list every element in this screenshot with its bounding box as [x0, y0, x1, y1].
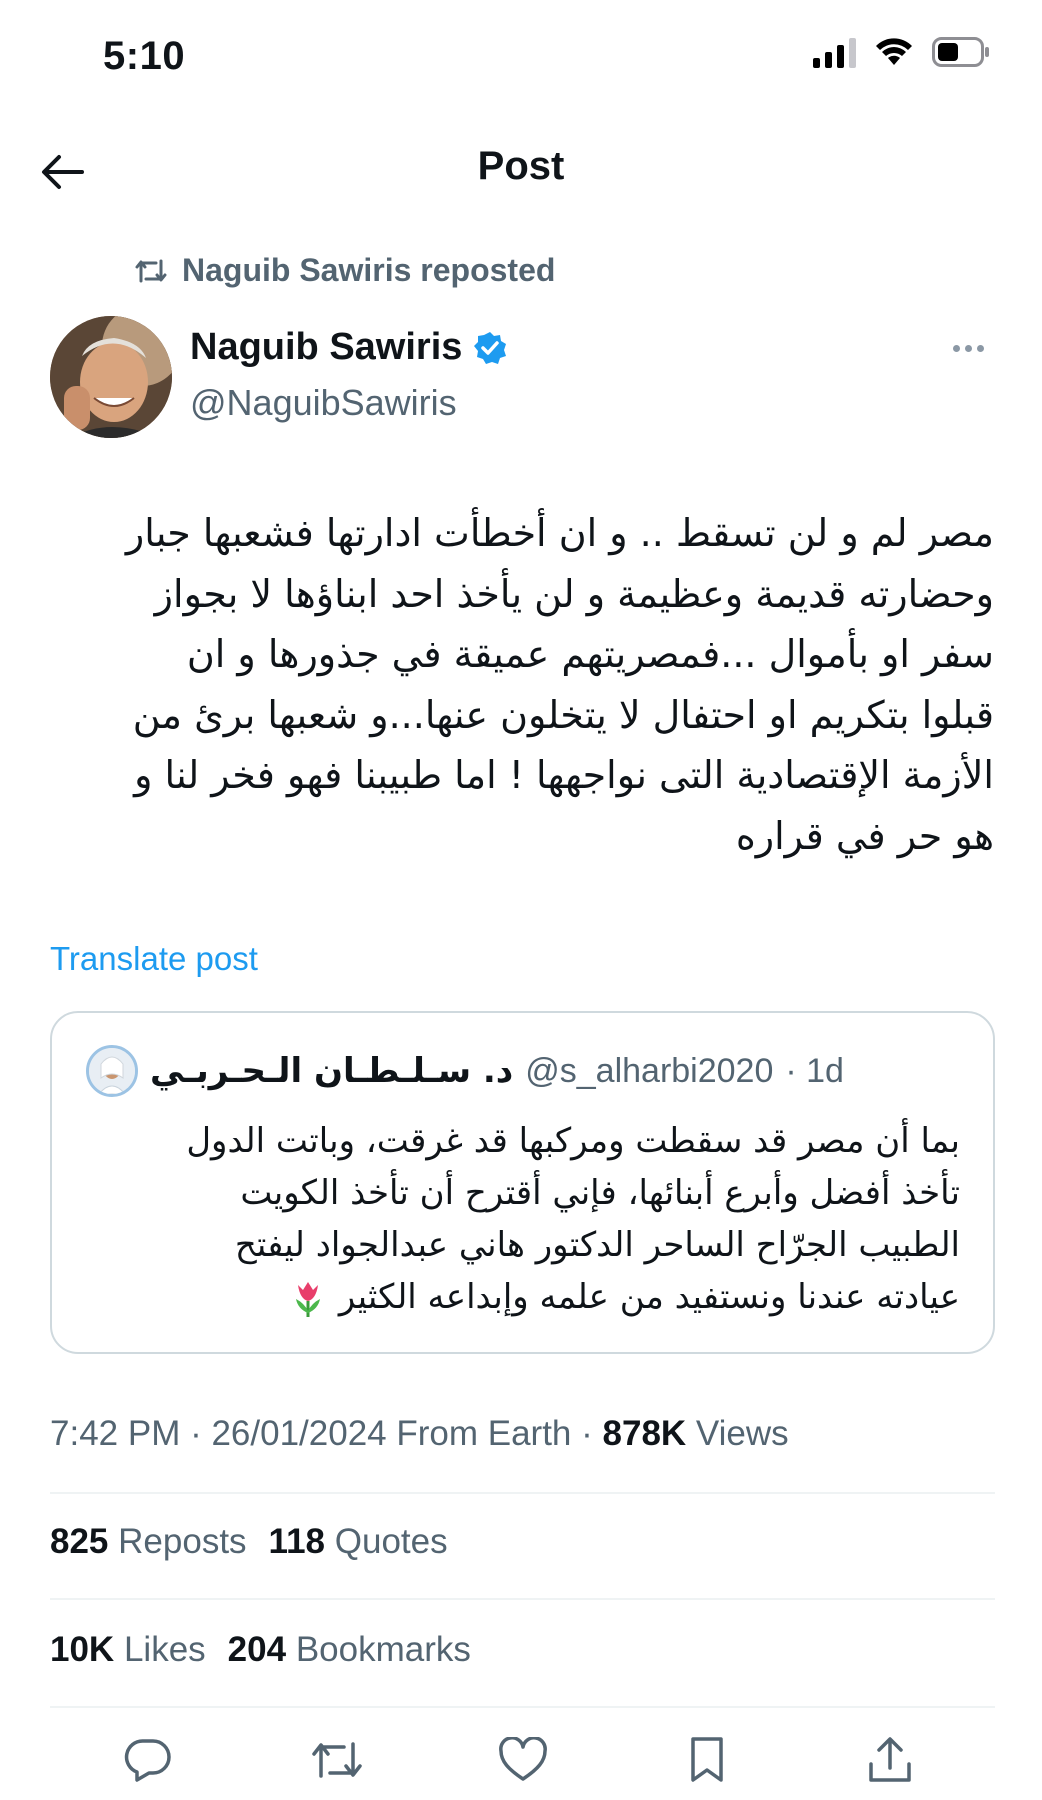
- post-time: 7:42 PM: [50, 1414, 181, 1453]
- action-bar: [0, 1730, 1042, 1800]
- status-icons: [813, 36, 990, 68]
- wifi-icon: [874, 37, 914, 67]
- quote-header: د. سـلـطـان الـحـربـي @s_alharbi2020 · 1…: [86, 1045, 844, 1097]
- translate-post-link[interactable]: Translate post: [50, 940, 258, 978]
- quoted-post-card[interactable]: د. سـلـطـان الـحـربـي @s_alharbi2020 · 1…: [50, 1011, 995, 1354]
- meta-separator: ·: [180, 1414, 212, 1453]
- author-avatar[interactable]: [50, 316, 172, 438]
- quote-line: الطبيب الجرّاح الساحر الدكتور هاني عبدال…: [234, 1225, 960, 1265]
- bookmarks-count: 204: [227, 1630, 287, 1669]
- status-time: 5:10: [103, 34, 186, 78]
- tweet-text: مصر لم و لن تسقط .. و ان أخطأت ادارتها ف…: [50, 503, 994, 866]
- page-title: Post: [477, 144, 565, 188]
- post-date: 26/01/2024: [211, 1414, 387, 1453]
- quote-author-avatar: [86, 1045, 138, 1097]
- meta-separator: ·: [571, 1414, 603, 1453]
- quote-line: بما أن مصر قد سقطت ومركبها قد غرقت، وبات…: [186, 1121, 960, 1161]
- likes-stat[interactable]: 10K Likes: [50, 1630, 206, 1670]
- likes-label: Likes: [123, 1630, 206, 1669]
- quote-author-name: د. سـلـطـان الـحـربـي: [150, 1051, 514, 1091]
- views-label: Views: [686, 1414, 789, 1453]
- status-bar: 5:10: [0, 0, 1042, 110]
- quote-author-handle: @s_alharbi2020: [525, 1051, 774, 1090]
- more-icon: [952, 344, 960, 352]
- verified-badge-icon: [474, 331, 507, 364]
- quote-text: بما أن مصر قد سقطت ومركبها قد غرقت، وبات…: [86, 1115, 960, 1323]
- quotes-stat[interactable]: 118 Quotes: [269, 1522, 448, 1562]
- more-icon-dot: [964, 344, 972, 352]
- reposts-count: 825: [50, 1522, 109, 1561]
- reply-icon: [124, 1739, 171, 1782]
- tweet-line: قبلوا بتكريم او احتفال لا يتخلون عنها...…: [132, 692, 994, 737]
- quote-line-text: عيادته عندنا ونستفيد من علمه وإبداعه الك…: [338, 1277, 960, 1317]
- tweet-line: سفر او بأموال ...فمصريتهم عميقة في جذوره…: [186, 632, 994, 676]
- reply-button[interactable]: [118, 1730, 178, 1790]
- tweet-line: مصر لم و لن تسقط .. و ان أخطأت ادارتها ف…: [125, 511, 994, 555]
- post-location: From Earth: [386, 1414, 572, 1453]
- quote-line: عيادته عندنا ونستفيد من علمه وإبداعه الك…: [86, 1271, 960, 1323]
- reposts-stat[interactable]: 825 Reposts: [50, 1522, 247, 1562]
- post-meta: 7:42 PM · 26/01/2024 From Earth · 878K V…: [50, 1414, 789, 1454]
- tulip-icon: [296, 1281, 321, 1317]
- author-name[interactable]: Naguib Sawiris: [190, 326, 462, 369]
- tweet-line: الأزمة الإقتصادية التى نواجهها ! اما طبي…: [134, 753, 994, 797]
- like-button[interactable]: [493, 1730, 553, 1790]
- views-count[interactable]: 878K: [603, 1414, 687, 1453]
- quotes-label: Quotes: [334, 1522, 448, 1561]
- battery-icon: [932, 37, 990, 67]
- more-options-button[interactable]: [938, 328, 998, 368]
- bookmarks-label: Bookmarks: [295, 1630, 471, 1669]
- share-icon: [869, 1737, 911, 1782]
- bookmark-button[interactable]: [677, 1730, 737, 1790]
- retweet-button[interactable]: [307, 1730, 367, 1790]
- bookmarks-stat[interactable]: 204 Bookmarks: [228, 1630, 471, 1670]
- stats-row-reposts: 825 Reposts 118 Quotes: [50, 1522, 448, 1562]
- tweet-line: وحضارته قديمة وعظيمة و لن يأخذ احد ابناؤ…: [154, 571, 994, 616]
- cellular-signal-icon: [813, 36, 856, 68]
- quote-line: تأخذ أفضل وأبرع أبنائها، فإني أقترح أن ت…: [240, 1173, 960, 1213]
- retweet-icon: [312, 1742, 362, 1778]
- quotes-count: 118: [268, 1522, 326, 1561]
- quote-timestamp: · 1d: [785, 1051, 844, 1090]
- header: Post: [0, 120, 1042, 220]
- repost-text: Naguib Sawiris reposted: [182, 252, 556, 288]
- tweet-line: هو حر في قراره: [735, 813, 994, 858]
- author-name-row: Naguib Sawiris: [190, 326, 508, 369]
- more-icon-dot: [976, 344, 984, 352]
- likes-count: 10K: [50, 1630, 115, 1669]
- divider: [50, 1598, 995, 1600]
- repost-icon: [135, 259, 167, 282]
- divider: [50, 1706, 995, 1708]
- like-icon: [499, 1737, 547, 1781]
- bookmark-icon: [691, 1737, 723, 1782]
- author-handle[interactable]: @NaguibSawiris: [190, 382, 457, 424]
- divider: [50, 1492, 995, 1494]
- share-button[interactable]: [860, 1730, 920, 1790]
- repost-indicator[interactable]: Naguib Sawiris reposted: [134, 252, 555, 289]
- stats-row-likes: 10K Likes 204 Bookmarks: [50, 1630, 471, 1670]
- reposts-label: Reposts: [118, 1522, 247, 1561]
